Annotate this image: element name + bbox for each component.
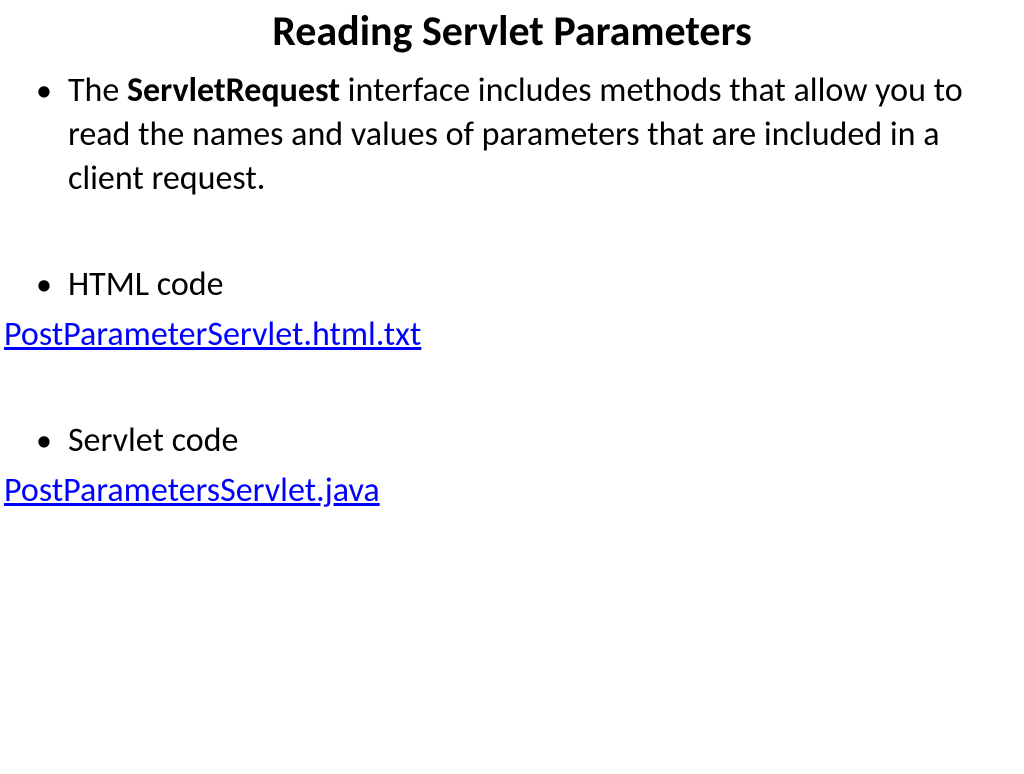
link-java-file[interactable]: PostParametersServlet.java: [4, 470, 380, 511]
bullet-text-3: Servlet code: [68, 419, 1012, 463]
bullet-bold: ServletRequest: [127, 70, 340, 111]
bullet-item-1: • The ServletRequest interface includes …: [26, 69, 1012, 201]
bullet-marker-icon: •: [36, 69, 52, 113]
link-line-2: PostParametersServlet.java: [4, 469, 1012, 513]
bullet-item-2: • HTML code: [26, 263, 1012, 307]
spacer: [26, 207, 1012, 263]
bullet-text-1: The ServletRequest interface includes me…: [68, 69, 1012, 201]
slide-title: Reading Servlet Parameters: [0, 6, 1024, 57]
link-line-1: PostParameterServlet.html.txt: [4, 313, 1012, 357]
bullet-prefix: The: [68, 70, 127, 111]
bullet-marker-icon: •: [36, 263, 52, 307]
spacer: [26, 363, 1012, 419]
bullet-marker-icon: •: [36, 419, 52, 463]
link-html-file[interactable]: PostParameterServlet.html.txt: [4, 314, 421, 355]
bullet-text-2: HTML code: [68, 263, 1012, 307]
slide-content: • The ServletRequest interface includes …: [0, 69, 1024, 513]
slide-container: Reading Servlet Parameters • The Servlet…: [0, 6, 1024, 774]
bullet-item-3: • Servlet code: [26, 419, 1012, 463]
